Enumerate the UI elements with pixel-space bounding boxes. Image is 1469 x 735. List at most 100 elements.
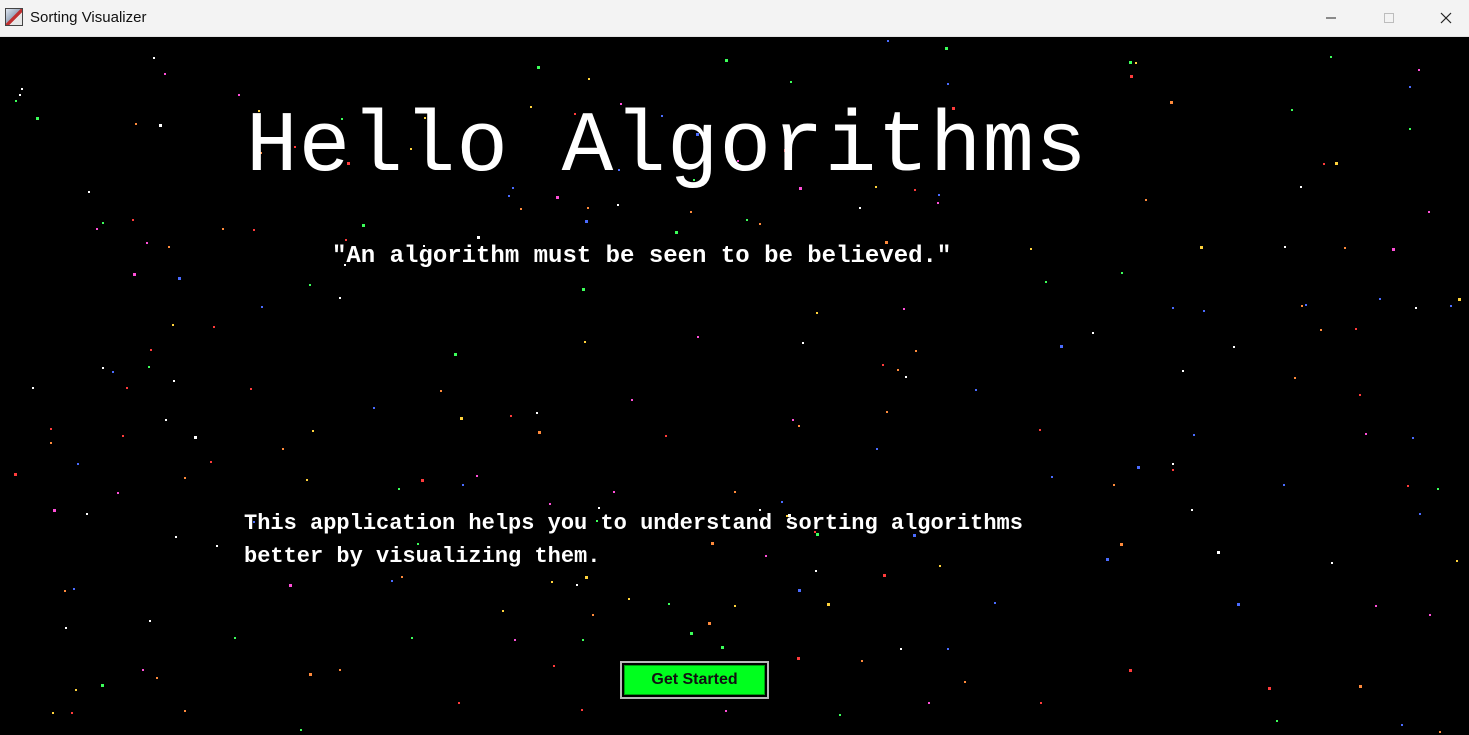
star-dot (1060, 345, 1063, 348)
star-dot (1331, 562, 1333, 564)
star-dot (1217, 551, 1220, 554)
star-dot (945, 47, 948, 50)
minimize-icon (1325, 12, 1337, 24)
star-dot (905, 376, 907, 378)
star-dot (1137, 466, 1140, 469)
star-dot (178, 277, 181, 280)
star-dot (156, 677, 158, 679)
star-dot (460, 417, 463, 420)
star-dot (1359, 685, 1362, 688)
star-dot (440, 390, 442, 392)
star-dot (1129, 669, 1132, 672)
star-dot (476, 475, 478, 477)
star-dot (309, 673, 312, 676)
close-button[interactable] (1417, 0, 1469, 36)
star-dot (1172, 463, 1174, 465)
star-dot (1418, 69, 1420, 71)
star-dot (725, 710, 727, 712)
star-dot (1392, 248, 1395, 251)
star-dot (213, 326, 215, 328)
minimize-button[interactable] (1302, 0, 1360, 36)
star-dot (159, 124, 162, 127)
star-dot (1172, 469, 1174, 471)
star-dot (1113, 484, 1115, 486)
close-icon (1440, 12, 1452, 24)
star-dot (536, 412, 538, 414)
star-dot (883, 574, 886, 577)
star-dot (1335, 162, 1338, 165)
star-dot (65, 627, 67, 629)
star-dot (697, 336, 699, 338)
star-dot (1323, 163, 1325, 165)
star-dot (585, 220, 588, 223)
description-line: This application helps you to understand… (244, 511, 1023, 536)
star-dot (617, 204, 619, 206)
star-dot (289, 584, 292, 587)
star-dot (859, 207, 861, 209)
star-dot (421, 479, 424, 482)
star-dot (1030, 248, 1032, 250)
star-dot (86, 513, 88, 515)
description-line: better by visualizing them. (244, 544, 601, 569)
star-dot (721, 646, 724, 649)
star-dot (1203, 310, 1205, 312)
star-dot (309, 284, 311, 286)
star-dot (994, 602, 996, 604)
star-dot (725, 59, 728, 62)
star-dot (802, 342, 804, 344)
title-bar[interactable]: Sorting Visualizer (0, 0, 1469, 37)
star-dot (1276, 720, 1278, 722)
star-dot (1172, 307, 1174, 309)
star-dot (734, 605, 736, 607)
star-dot (102, 367, 104, 369)
star-dot (172, 324, 174, 326)
star-dot (510, 415, 512, 417)
star-dot (592, 614, 594, 616)
star-dot (1284, 246, 1286, 248)
star-dot (73, 588, 75, 590)
star-dot (64, 590, 66, 592)
app-icon (5, 8, 23, 26)
star-dot (153, 57, 155, 59)
star-dot (253, 229, 255, 231)
star-dot (339, 297, 341, 299)
star-dot (520, 208, 522, 210)
star-dot (861, 660, 863, 662)
star-dot (576, 584, 578, 586)
star-dot (876, 448, 878, 450)
star-dot (1407, 485, 1409, 487)
star-dot (798, 589, 801, 592)
star-dot (613, 491, 615, 493)
star-dot (77, 463, 79, 465)
star-dot (1355, 328, 1357, 330)
star-dot (1145, 199, 1147, 201)
star-dot (1294, 377, 1296, 379)
star-dot (362, 224, 365, 227)
maximize-button[interactable] (1360, 0, 1418, 36)
star-dot (1305, 304, 1307, 306)
star-dot (14, 473, 17, 476)
star-dot (887, 40, 889, 42)
star-dot (537, 66, 540, 69)
star-dot (1412, 437, 1414, 439)
star-dot (339, 669, 341, 671)
star-dot (668, 603, 670, 605)
get-started-button[interactable]: Get Started (620, 661, 769, 699)
star-dot (391, 580, 393, 582)
star-dot (250, 388, 252, 390)
star-dot (690, 211, 692, 213)
star-dot (234, 637, 236, 639)
star-dot (1419, 513, 1421, 515)
star-dot (175, 536, 177, 538)
star-dot (551, 581, 553, 583)
star-dot (553, 665, 555, 667)
star-dot (797, 657, 800, 660)
star-dot (1051, 476, 1053, 478)
star-dot (164, 73, 166, 75)
star-dot (903, 308, 905, 310)
star-dot (168, 246, 170, 248)
star-dot (1130, 75, 1133, 78)
star-dot (882, 364, 884, 366)
star-dot (1291, 109, 1293, 111)
star-dot (690, 632, 693, 635)
